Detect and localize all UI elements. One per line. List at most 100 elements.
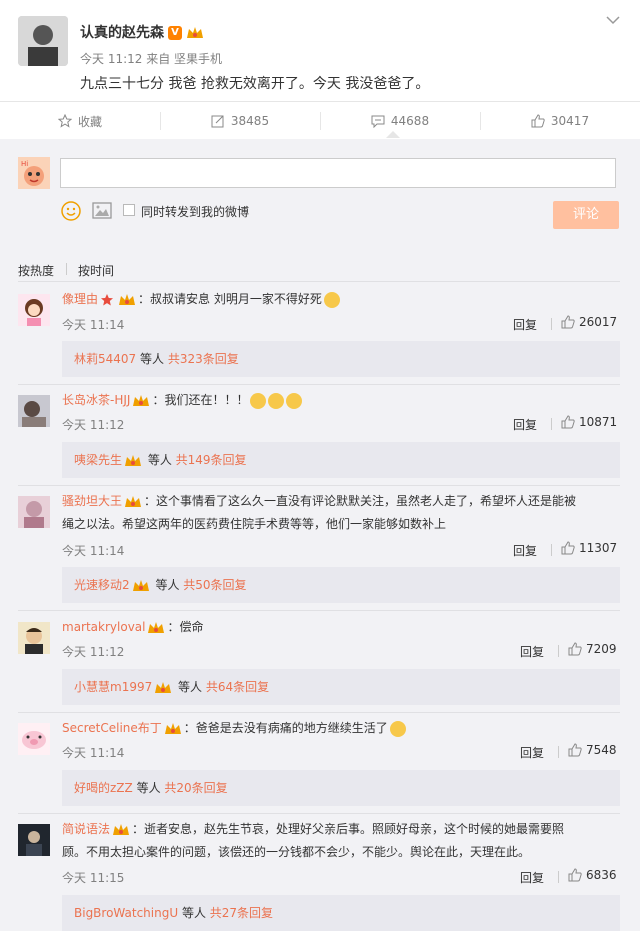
divider: [18, 610, 620, 611]
reply-count[interactable]: 共149条回复: [176, 453, 247, 467]
reply-user[interactable]: 林莉54407: [74, 352, 136, 366]
sad-emoji-icon: [250, 392, 267, 409]
comment-like-button[interactable]: 7548: [568, 743, 617, 757]
replies-summary[interactable]: 咦梁先生 等人 共149条回复: [62, 442, 620, 478]
reply-user[interactable]: 光速移动2: [74, 578, 130, 592]
replies-summary[interactable]: 林莉54407 等人 共323条回复: [62, 341, 620, 377]
thumbs-up-icon: [531, 114, 545, 128]
commenter-name[interactable]: 长岛冰茶-HJJ: [62, 393, 130, 407]
sort-by-hot-tab[interactable]: 按热度: [18, 262, 54, 279]
author-name-text[interactable]: 认真的赵先森: [80, 25, 164, 41]
replies-mid-text: 等人: [132, 781, 165, 795]
comment-text: ：我们还在！！！: [152, 393, 249, 407]
favorite-button[interactable]: 收藏: [0, 102, 160, 140]
comment-text-line2: 顾。不用太担心案件的问题，该偿还的一分钱都不会少，不能少。舆论在此，天理在此。: [62, 845, 531, 859]
vip-crown-icon: [148, 621, 165, 633]
forward-icon: [211, 115, 224, 128]
vip-crown-icon: [133, 394, 150, 406]
reply-button[interactable]: 回复: [520, 869, 544, 886]
comment-input[interactable]: [60, 158, 616, 188]
commenter-name[interactable]: 像理由: [62, 292, 98, 306]
reply-user[interactable]: 好喝的zZZ: [74, 781, 133, 795]
comment-like-count: 26017: [579, 315, 618, 329]
commenter-avatar[interactable]: [18, 294, 50, 326]
comment-like-button[interactable]: 6836: [568, 868, 617, 882]
post-text: 九点三十七分 我爸 抢救无效离开了。今天 我没爸爸了。: [80, 76, 430, 92]
reply-count[interactable]: 共50条回复: [183, 578, 246, 592]
reply-button[interactable]: 回复: [513, 416, 537, 433]
commenter-avatar[interactable]: [18, 622, 50, 654]
sad-emoji-icon: [389, 720, 406, 737]
star-badge-icon: [101, 293, 114, 305]
vip-crown-icon: [164, 722, 181, 734]
sort-by-time-tab[interactable]: 按时间: [78, 262, 114, 279]
like-button[interactable]: 30417: [480, 102, 640, 140]
author-avatar[interactable]: [18, 16, 68, 66]
comment-icon: [371, 115, 385, 128]
comment-like-button[interactable]: 11307: [561, 541, 617, 555]
comment-text: ：爸爸是去没有病痛的地方继续生活了: [183, 721, 388, 735]
active-tab-indicator: [386, 131, 400, 138]
comment-time: 今天 11:15: [62, 871, 125, 885]
sad-emoji-icon: [268, 392, 285, 409]
replies-summary[interactable]: BigBroWatchingU 等人 共27条回复: [62, 895, 620, 931]
commenter-avatar[interactable]: [18, 824, 50, 856]
reply-user[interactable]: 咦梁先生: [74, 453, 122, 467]
comment-like-count: 7209: [586, 642, 617, 656]
thumbs-up-icon: [561, 415, 575, 429]
vip-crown-icon: [155, 681, 172, 693]
comment-like-button[interactable]: 10871: [561, 415, 617, 429]
emoji-icon[interactable]: [60, 200, 82, 222]
divider: [18, 485, 620, 486]
divider: [18, 813, 620, 814]
divider: [551, 418, 552, 430]
thumbs-up-icon: [568, 642, 582, 656]
commenter-name[interactable]: SecretCeline布丁: [62, 721, 162, 735]
chevron-down-icon[interactable]: [605, 15, 621, 25]
replies-summary[interactable]: 光速移动2 等人 共50条回复: [62, 567, 620, 603]
smile-emoji-icon: [323, 291, 340, 308]
comment-like-button[interactable]: 7209: [568, 642, 617, 656]
reply-button[interactable]: 回复: [513, 316, 537, 333]
replies-summary[interactable]: 小慧慧m1997 等人 共64条回复: [62, 669, 620, 705]
comment-like-button[interactable]: 26017: [561, 315, 617, 329]
reply-user[interactable]: BigBroWatchingU: [74, 906, 178, 920]
verified-badge-icon: V: [168, 26, 182, 40]
commenter-avatar[interactable]: [18, 723, 50, 755]
reply-count[interactable]: 共64条回复: [206, 680, 269, 694]
thumbs-up-icon: [568, 743, 582, 757]
comment-like-count: 10871: [579, 415, 618, 429]
comment-text-line2: 绳之以法。希望这两年的医药费住院手术费等等，他们一家能够如数补上: [62, 517, 447, 531]
author-name[interactable]: 认真的赵先森 V: [80, 22, 204, 42]
forward-checkbox-label: 同时转发到我的微博: [141, 205, 250, 219]
commenter-name[interactable]: 简说语法: [62, 822, 110, 836]
forward-checkbox[interactable]: [123, 204, 135, 216]
submit-comment-button[interactable]: 评论: [553, 201, 619, 229]
comment-like-count: 11307: [579, 541, 618, 555]
comment-count: 44688: [390, 114, 430, 128]
reply-count[interactable]: 共323条回复: [168, 352, 239, 366]
commenter-avatar[interactable]: [18, 496, 50, 528]
reply-button[interactable]: 回复: [513, 542, 537, 559]
reply-button[interactable]: 回复: [520, 744, 544, 761]
comments-button[interactable]: 44688: [320, 102, 480, 140]
svg-text:Hi: Hi: [21, 160, 28, 168]
commenter-name[interactable]: 骚劲坦大王: [62, 494, 122, 508]
image-icon[interactable]: [92, 202, 112, 219]
vip-crown-icon: [132, 579, 149, 591]
reply-user[interactable]: 小慧慧m1997: [74, 680, 152, 694]
reply-count[interactable]: 共27条回复: [210, 906, 273, 920]
comment-text: ：叔叔请安息 刘明月一家不得好死: [138, 292, 322, 306]
forward-button[interactable]: 38485: [160, 102, 320, 140]
divider: [66, 263, 67, 275]
commenter-avatar[interactable]: [18, 395, 50, 427]
replies-mid-text: 等人: [151, 578, 184, 592]
replies-summary[interactable]: 好喝的zZZ 等人 共20条回复: [62, 770, 620, 806]
reply-button[interactable]: 回复: [520, 643, 544, 660]
vip-crown-icon: [125, 454, 142, 466]
divider: [18, 712, 620, 713]
comment-header: 长岛冰茶-HJJ ：我们还在！！！: [62, 391, 303, 409]
reply-count[interactable]: 共20条回复: [164, 781, 227, 795]
commenter-name[interactable]: martakryloval: [62, 620, 145, 634]
comment-header: 像理由 ：叔叔请安息 刘明月一家不得好死: [62, 290, 340, 308]
